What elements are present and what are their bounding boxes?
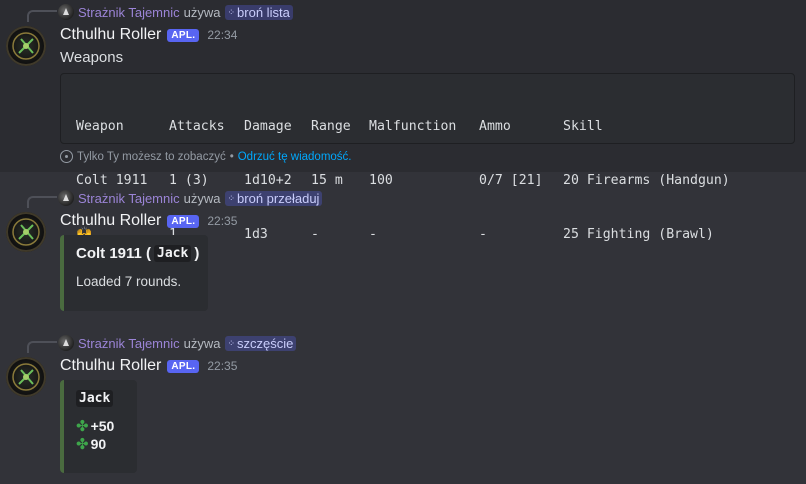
reply-uses-text: używa bbox=[183, 335, 221, 351]
message-weapons-list: Strażnik Tajemnic używa ⁘ broń lista Cthu… bbox=[0, 0, 806, 242]
header-attacks: Attacks bbox=[169, 119, 225, 134]
luck-line: ✤ +50 bbox=[76, 417, 123, 435]
bot-avatar[interactable] bbox=[6, 26, 46, 66]
command-icon: ⁘ bbox=[227, 192, 235, 203]
slash-command[interactable]: ⁘ broń przeładuj bbox=[224, 190, 323, 206]
app-badge: APL. bbox=[167, 214, 200, 228]
embed-title: Colt 1911 ( Jack ) bbox=[76, 245, 199, 262]
embed-title-suffix: ) bbox=[194, 245, 200, 262]
command-icon: ⁘ bbox=[227, 6, 235, 17]
bot-avatar[interactable] bbox=[6, 357, 46, 397]
embed-title-weapon: Colt 1911 ( bbox=[76, 245, 152, 262]
four-leaf-clover-icon: ✤ bbox=[76, 418, 89, 435]
author-name[interactable]: Cthulhu Roller bbox=[60, 357, 161, 375]
message-header: Cthulhu Roller APL. 22:35 bbox=[60, 355, 237, 377]
reply-connector bbox=[27, 196, 57, 208]
header-ammo: Ammo bbox=[479, 119, 511, 134]
app-badge: APL. bbox=[167, 28, 200, 42]
luck-change: +50 bbox=[90, 418, 115, 434]
character-name: Jack bbox=[76, 390, 114, 407]
reply-uses-text: używa bbox=[183, 4, 221, 20]
reply-uses-text: używa bbox=[183, 190, 221, 206]
reply-username[interactable]: Strażnik Tajemnic bbox=[78, 5, 180, 20]
header-damage: Damage bbox=[244, 119, 292, 134]
reply-username[interactable]: Strażnik Tajemnic bbox=[78, 336, 180, 351]
reload-embed: Colt 1911 ( Jack ) Loaded 7 rounds. bbox=[60, 235, 208, 311]
slash-command[interactable]: ⁘ broń lista bbox=[224, 4, 293, 20]
slash-command[interactable]: ⁘ szczęście bbox=[224, 335, 297, 351]
ephemeral-text: Tylko Ty możesz to zobaczyć bbox=[77, 150, 226, 163]
luck-values: ✤ +50 ✤ 90 bbox=[76, 417, 123, 453]
bot-avatar[interactable] bbox=[6, 212, 46, 252]
command-icon: ⁘ bbox=[227, 337, 235, 348]
author-name[interactable]: Cthulhu Roller bbox=[60, 26, 161, 44]
separator: • bbox=[229, 150, 234, 163]
dismiss-message-link[interactable]: Odrzuć tę wiadomość. bbox=[238, 151, 352, 163]
weapons-code-block: Weapon Attacks Damage Range Malfunction … bbox=[60, 73, 795, 242]
elder-sign-icon bbox=[12, 32, 40, 60]
elder-sign-icon bbox=[12, 218, 40, 246]
embed-description: Loaded 7 rounds. bbox=[76, 274, 182, 289]
ephemeral-notice: Tylko Ty możesz to zobaczyć • Odrzuć tę … bbox=[60, 150, 352, 163]
four-leaf-clover-icon: ✤ bbox=[76, 436, 89, 453]
user-avatar-icon[interactable] bbox=[58, 4, 74, 20]
command-name: broń przeładuj bbox=[237, 190, 320, 206]
reply-username[interactable]: Strażnik Tajemnic bbox=[78, 191, 180, 206]
character-name: Jack bbox=[154, 245, 192, 262]
timestamp[interactable]: 22:35 bbox=[207, 359, 237, 373]
message-header: Cthulhu Roller APL. 22:34 bbox=[60, 24, 237, 46]
reply-connector bbox=[27, 341, 57, 353]
header-weapon: Weapon bbox=[76, 119, 124, 134]
eye-icon bbox=[60, 150, 73, 163]
command-name: szczęście bbox=[237, 335, 294, 351]
message-text: Weapons bbox=[60, 49, 124, 66]
user-avatar-icon[interactable] bbox=[58, 335, 74, 351]
message-luck: Strażnik Tajemnic używa ⁘ szczęście Cthul… bbox=[0, 331, 806, 484]
reply-reference[interactable]: Strażnik Tajemnic używa ⁘ szczęście bbox=[58, 333, 297, 353]
luck-total: 90 bbox=[90, 436, 107, 452]
message-header: Cthulhu Roller APL. 22:35 bbox=[60, 210, 237, 232]
luck-embed: Jack ✤ +50 ✤ 90 bbox=[60, 380, 137, 473]
reply-connector bbox=[27, 10, 57, 22]
luck-line: ✤ 90 bbox=[76, 435, 123, 453]
header-skill: Skill bbox=[563, 119, 603, 134]
command-name: broń lista bbox=[237, 4, 290, 20]
app-badge: APL. bbox=[167, 359, 200, 373]
header-malfunction: Malfunction bbox=[369, 119, 457, 134]
elder-sign-icon bbox=[12, 363, 40, 391]
reply-reference[interactable]: Strażnik Tajemnic używa ⁘ broń przeładuj bbox=[58, 188, 323, 208]
table-header-row: Weapon Attacks Damage Range Malfunction … bbox=[76, 118, 779, 136]
timestamp[interactable]: 22:35 bbox=[207, 214, 237, 228]
header-range: Range bbox=[311, 119, 351, 134]
user-avatar-icon[interactable] bbox=[58, 190, 74, 206]
embed-title: Jack bbox=[76, 390, 123, 407]
author-name[interactable]: Cthulhu Roller bbox=[60, 212, 161, 230]
message-reload: Strażnik Tajemnic używa ⁘ broń przeładuj … bbox=[0, 186, 806, 316]
timestamp[interactable]: 22:34 bbox=[207, 28, 237, 42]
reply-reference[interactable]: Strażnik Tajemnic używa ⁘ broń lista bbox=[58, 2, 293, 22]
